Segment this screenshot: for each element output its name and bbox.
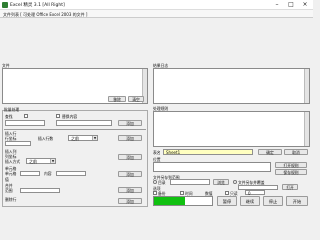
file-list[interactable]: [2, 68, 148, 104]
delete-rows-add-button[interactable]: 添加: [118, 198, 142, 204]
cell-content-label: 内容: [44, 171, 52, 176]
start-button[interactable]: 开始: [286, 196, 308, 206]
maximize-button[interactable]: □: [284, 1, 298, 9]
open-folder-button[interactable]: 打开: [282, 184, 298, 190]
browse-button[interactable]: 浏览: [213, 179, 229, 185]
log-list: [153, 68, 310, 104]
time-checkbox[interactable]: [180, 191, 184, 195]
log-scrollbar[interactable]: [304, 69, 309, 103]
keep-radio[interactable]: [233, 180, 237, 184]
replace-checkbox[interactable]: [56, 114, 60, 118]
app-icon: [2, 2, 8, 8]
rules-scrollbar[interactable]: [304, 112, 309, 146]
close-button[interactable]: ×: [298, 1, 312, 9]
insert-col-add-button[interactable]: 添加: [118, 154, 142, 160]
insert-row-position-select[interactable]: 之前 ▼: [68, 135, 98, 141]
sheet-label: 表名: [153, 150, 161, 155]
row-input[interactable]: [5, 141, 31, 146]
cell-content-input[interactable]: [56, 171, 86, 176]
backup-checkbox[interactable]: [153, 191, 157, 195]
insert-row-add-button[interactable]: 添加: [118, 135, 142, 141]
remove-file-button[interactable]: 移除: [108, 96, 126, 102]
find-replace-add-button[interactable]: 添加: [118, 120, 142, 126]
hint-text: 文件列表 [ 可处理 Office Excel 2003 的文件 ]: [3, 12, 88, 17]
merge-range-label: 范围: [5, 188, 13, 193]
sheet-value: Sheet1: [166, 150, 181, 155]
continue-button[interactable]: 继续: [240, 196, 260, 206]
find-input[interactable]: [5, 120, 45, 126]
rules-list[interactable]: [153, 111, 310, 147]
save-dir-radio[interactable]: [153, 180, 157, 184]
chevron-down-icon: ▼: [50, 159, 55, 163]
chevron-down-icon: ▼: [92, 136, 97, 140]
position-box[interactable]: [153, 162, 271, 172]
left-tools-title: 批量处理: [4, 107, 20, 112]
clear-files-button[interactable]: 清空: [128, 96, 144, 102]
save-rules-button[interactable]: 保存规则: [275, 169, 307, 175]
cell-add-button[interactable]: 添加: [118, 171, 142, 177]
cancel-button[interactable]: 取消: [284, 149, 308, 155]
insert-method-label: 插入方式: [5, 159, 21, 164]
sheet-input[interactable]: Sheet1: [163, 149, 253, 155]
hint-bar: 文件列表 [ 可处理 Office Excel 2003 的文件 ]: [0, 10, 313, 18]
insert-col-method-select[interactable]: 之前 ▼: [26, 158, 56, 164]
merge-add-button[interactable]: 添加: [118, 187, 142, 193]
find-checkbox[interactable]: [24, 114, 28, 118]
insert-count-label: 插入行数: [38, 136, 54, 141]
replace-input[interactable]: [56, 120, 112, 126]
merge-range-input[interactable]: [20, 188, 60, 193]
window-title: Excel 精灵 3.1 [All Right]: [10, 3, 65, 8]
save-dir-input[interactable]: [170, 179, 210, 185]
stop-button[interactable]: 停止: [263, 196, 283, 206]
progress-bar: [153, 196, 213, 206]
confirm-button[interactable]: 确定: [258, 149, 282, 155]
cell-input[interactable]: [20, 171, 40, 176]
insert-row-position-value: 之前: [71, 136, 79, 141]
readonly-input[interactable]: 0: [245, 190, 265, 196]
delete-rows-title: 删除行: [5, 197, 17, 202]
minimize-button[interactable]: –: [270, 1, 284, 9]
readonly-checkbox[interactable]: [225, 191, 229, 195]
pause-button[interactable]: 暂停: [217, 196, 237, 206]
divider: [4, 129, 146, 130]
title-bar: Excel 精灵 3.1 [All Right] – □ ×: [0, 0, 313, 10]
insert-col-method-value: 之前: [29, 159, 37, 164]
open-rules-button[interactable]: 打开规则: [275, 162, 307, 168]
progress-fill: [154, 197, 185, 205]
